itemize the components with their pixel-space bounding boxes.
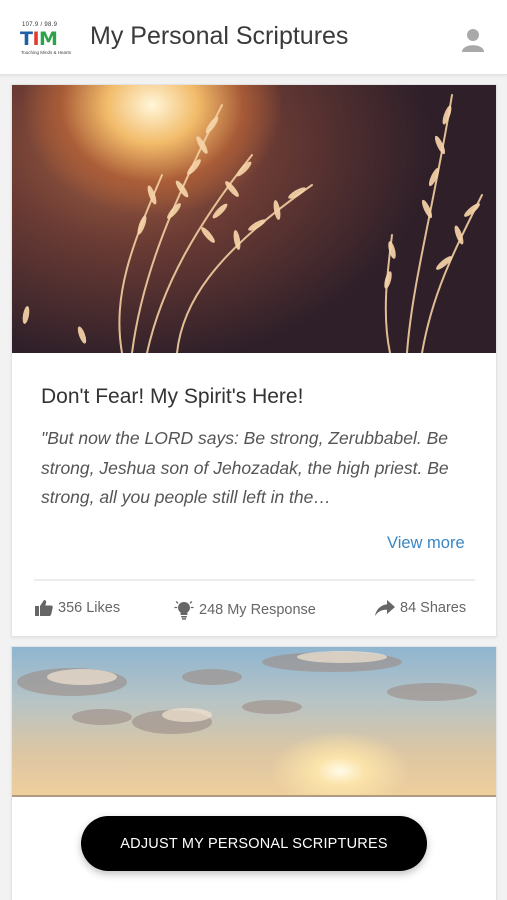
shares-label: 84 Shares (400, 600, 467, 616)
share-icon (375, 600, 395, 616)
likes-button[interactable]: 356 Likes (35, 600, 120, 616)
card-title[interactable]: Don't Fear! My Spirit's Here! (41, 385, 303, 409)
logo-brand: TIM (20, 28, 58, 50)
wheat-field-sunset-image (12, 85, 496, 353)
my-response-button[interactable]: 248 My Response (174, 600, 316, 620)
scripture-card[interactable]: Don't Fear! My Spirit's Here! "But now t… (11, 84, 497, 637)
likes-label: 356 Likes (58, 600, 121, 616)
sunset-sky-image (12, 647, 496, 797)
card-excerpt: "But now the LORD says: Be strong, Zerub… (41, 428, 449, 507)
divider (34, 579, 475, 581)
app-logo[interactable]: 107.9 / 98.9 TIM Touching Minds & Hearts (18, 22, 72, 56)
share-button[interactable]: 84 Shares (375, 600, 466, 616)
lightbulb-icon (174, 601, 194, 620)
my-response-label: 248 My Response (199, 602, 316, 618)
view-more-link[interactable]: View more (387, 534, 465, 553)
page-title: My Personal Scriptures (90, 22, 349, 50)
thumbs-up-icon (35, 600, 53, 616)
logo-tagline: Touching Minds & Hearts (21, 50, 72, 55)
adjust-personal-scriptures-button[interactable]: ADJUST MY PERSONAL SCRIPTURES (81, 816, 427, 871)
app-header: 107.9 / 98.9 TIM Touching Minds & Hearts… (0, 0, 507, 75)
user-icon[interactable] (459, 26, 487, 54)
